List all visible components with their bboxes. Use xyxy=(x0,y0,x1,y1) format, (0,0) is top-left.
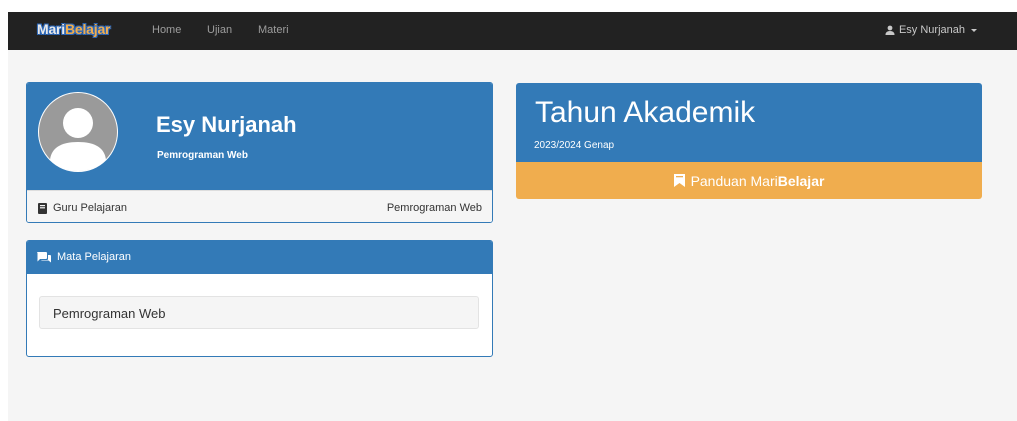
profile-header: Esy Nurjanah Pemrograman Web xyxy=(27,83,492,190)
guru-value: Pemrograman Web xyxy=(386,202,482,214)
bookmark-icon xyxy=(673,174,685,187)
nav-home[interactable]: Home xyxy=(152,24,181,36)
profile-name: Esy Nurjanah xyxy=(156,112,297,137)
user-dropdown[interactable]: Esy Nurjanah xyxy=(885,24,977,36)
profile-subtitle: Pemrograman Web xyxy=(157,150,248,161)
nav-ujian[interactable]: Ujian xyxy=(207,24,232,36)
brand-logo[interactable]: MariBelajar xyxy=(37,21,110,37)
guru-label: Guru Pelajaran xyxy=(53,202,127,214)
tahun-akademik-box: Tahun Akademik 2023/2024 Genap xyxy=(516,83,982,162)
mata-pelajaran-item-label: Pemrograman Web xyxy=(53,306,166,321)
user-name: Esy Nurjanah xyxy=(898,24,965,36)
book-icon xyxy=(38,202,47,214)
mata-pelajaran-panel: Mata Pelajaran Pemrograman Web xyxy=(26,240,493,357)
caret-down-icon xyxy=(971,28,977,32)
nav-materi[interactable]: Materi xyxy=(258,24,289,36)
panduan-button[interactable]: Panduan MariBelajar xyxy=(516,162,982,199)
list-item[interactable]: Pemrograman Web xyxy=(39,296,479,329)
guru-label-row: Guru Pelajaran xyxy=(38,202,127,214)
panduan-label-bold: Belajar xyxy=(777,172,825,189)
comments-icon xyxy=(37,251,51,262)
panduan-label-prefix: Panduan Mari xyxy=(690,172,778,189)
tahun-akademik-period: 2023/2024 Genap xyxy=(534,140,615,151)
brand-part-1: Mari xyxy=(37,21,65,37)
tahun-akademik-title: Tahun Akademik xyxy=(535,96,756,129)
navbar: MariBelajar Home Ujian Materi Esy Nurjan… xyxy=(8,12,1017,50)
user-icon xyxy=(885,25,895,35)
mata-pelajaran-title-row: Mata Pelajaran xyxy=(37,251,131,263)
panduan-label: Panduan MariBelajar xyxy=(691,173,825,189)
mata-pelajaran-header: Mata Pelajaran xyxy=(27,241,492,274)
brand-part-2: Belajar xyxy=(65,21,111,37)
avatar xyxy=(38,92,118,172)
mata-pelajaran-title: Mata Pelajaran xyxy=(57,251,131,263)
profile-panel: Esy Nurjanah Pemrograman Web Guru Pelaja… xyxy=(26,82,493,223)
profile-footer: Guru Pelajaran Pemrograman Web xyxy=(27,190,492,222)
